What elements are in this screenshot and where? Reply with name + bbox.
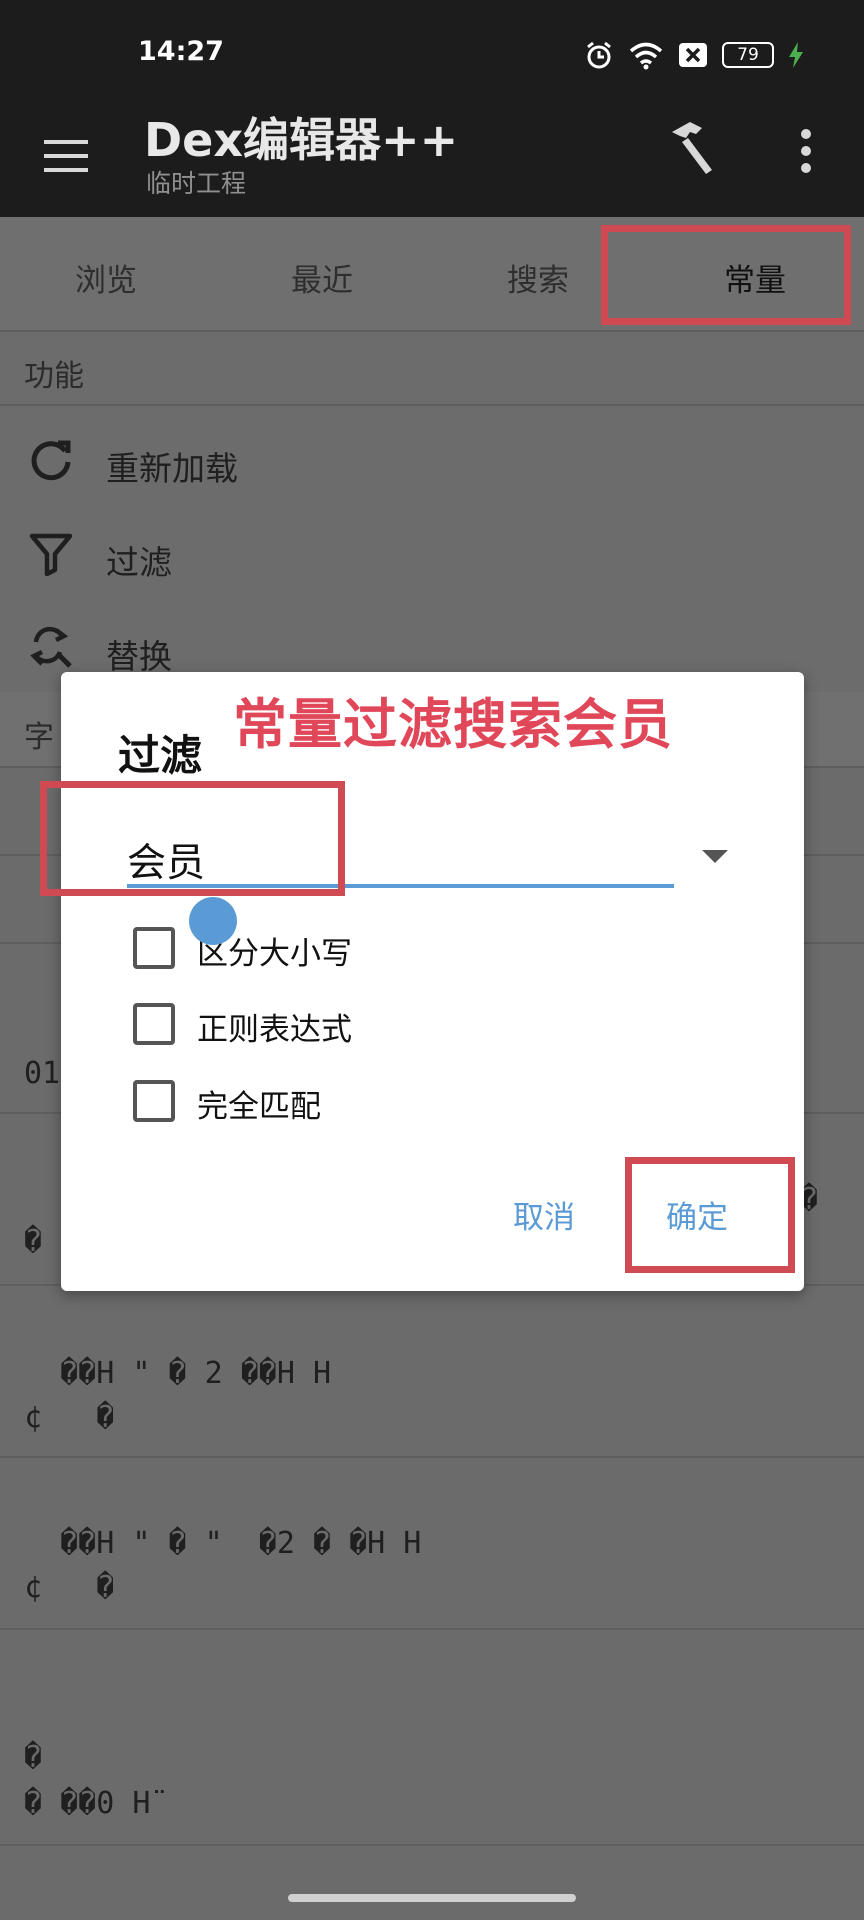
gesture-bar[interactable] bbox=[288, 1894, 576, 1902]
dropdown-arrow-icon[interactable] bbox=[702, 850, 728, 863]
status-icons: 79 bbox=[584, 38, 804, 72]
tab-search[interactable]: 搜索 bbox=[507, 255, 569, 300]
regex-label: 正则表达式 bbox=[197, 1012, 352, 1048]
row-text: ¢ � bbox=[24, 1400, 115, 1435]
more-vert-icon bbox=[801, 129, 811, 173]
reload-item[interactable]: 重新加载 bbox=[0, 416, 864, 508]
list-row[interactable]: ��H " � " �2 � �H H ¢ � bbox=[0, 1458, 864, 1630]
exact-match-option[interactable]: 完全匹配 bbox=[133, 1075, 533, 1135]
replace-icon bbox=[30, 626, 72, 668]
cancel-button[interactable]: 取消 bbox=[513, 1192, 575, 1237]
list-row[interactable]: ��H " � 2 ��H H ¢ � bbox=[0, 1286, 864, 1458]
wifi-icon bbox=[629, 42, 663, 70]
exact-match-label: 完全匹配 bbox=[197, 1089, 321, 1125]
text-cursor-handle[interactable] bbox=[189, 897, 237, 945]
filter-item[interactable]: 过滤 bbox=[0, 510, 864, 602]
status-bar: 14:27 79 bbox=[0, 0, 864, 100]
row-text: ��H " � " �2 � �H H bbox=[24, 1526, 422, 1561]
input-annotation-box bbox=[40, 781, 345, 896]
row-text: ��H " � 2 ��H H bbox=[24, 1356, 332, 1391]
list-row[interactable]: � � ��0 H¨ bbox=[0, 1630, 864, 1846]
functions-header: 功能 bbox=[0, 332, 864, 406]
app-bar: Dex编辑器++ 临时工程 bbox=[0, 100, 864, 217]
functions-label: 功能 bbox=[24, 359, 84, 394]
sim-off-icon bbox=[679, 43, 707, 67]
ok-annotation-box bbox=[625, 1157, 795, 1273]
dialog-title: 过滤 bbox=[118, 731, 203, 780]
tab-browse[interactable]: 浏览 bbox=[75, 255, 137, 300]
functions-list: 重新加载 过滤 替换 bbox=[0, 406, 864, 692]
row-text: 01 bbox=[24, 1056, 61, 1091]
reload-label: 重新加载 bbox=[106, 449, 238, 488]
regex-option[interactable]: 正则表达式 bbox=[133, 998, 533, 1058]
tab-annotation-box bbox=[601, 225, 851, 325]
row-text: ¢ � bbox=[24, 1570, 115, 1605]
build-button[interactable] bbox=[660, 118, 722, 180]
row-text: � bbox=[24, 1224, 43, 1259]
tab-recent[interactable]: 最近 bbox=[291, 255, 353, 300]
row-text: � bbox=[24, 1740, 43, 1775]
alarm-icon bbox=[587, 41, 611, 69]
filter-icon bbox=[29, 533, 73, 576]
exact-match-checkbox[interactable] bbox=[133, 1080, 175, 1122]
row-text: � ��0 H¨ bbox=[24, 1786, 169, 1821]
battery-indicator: 79 bbox=[722, 42, 774, 68]
filter-label: 过滤 bbox=[106, 543, 172, 582]
status-time: 14:27 bbox=[138, 36, 224, 67]
app-subtitle: 临时工程 bbox=[146, 169, 247, 198]
charging-icon bbox=[789, 42, 803, 68]
hamburger-icon bbox=[44, 140, 88, 172]
regex-checkbox[interactable] bbox=[133, 1003, 175, 1045]
strings-label: 字 bbox=[24, 720, 54, 755]
app-title: Dex编辑器++ bbox=[144, 113, 459, 167]
hammer-icon bbox=[672, 122, 712, 174]
more-options-button[interactable] bbox=[792, 120, 820, 182]
replace-label: 替换 bbox=[106, 637, 172, 676]
refresh-icon bbox=[31, 440, 71, 481]
menu-button[interactable] bbox=[40, 128, 96, 184]
case-sensitive-checkbox[interactable] bbox=[133, 927, 175, 969]
annotation-caption: 常量过滤搜索会员 bbox=[233, 693, 673, 756]
